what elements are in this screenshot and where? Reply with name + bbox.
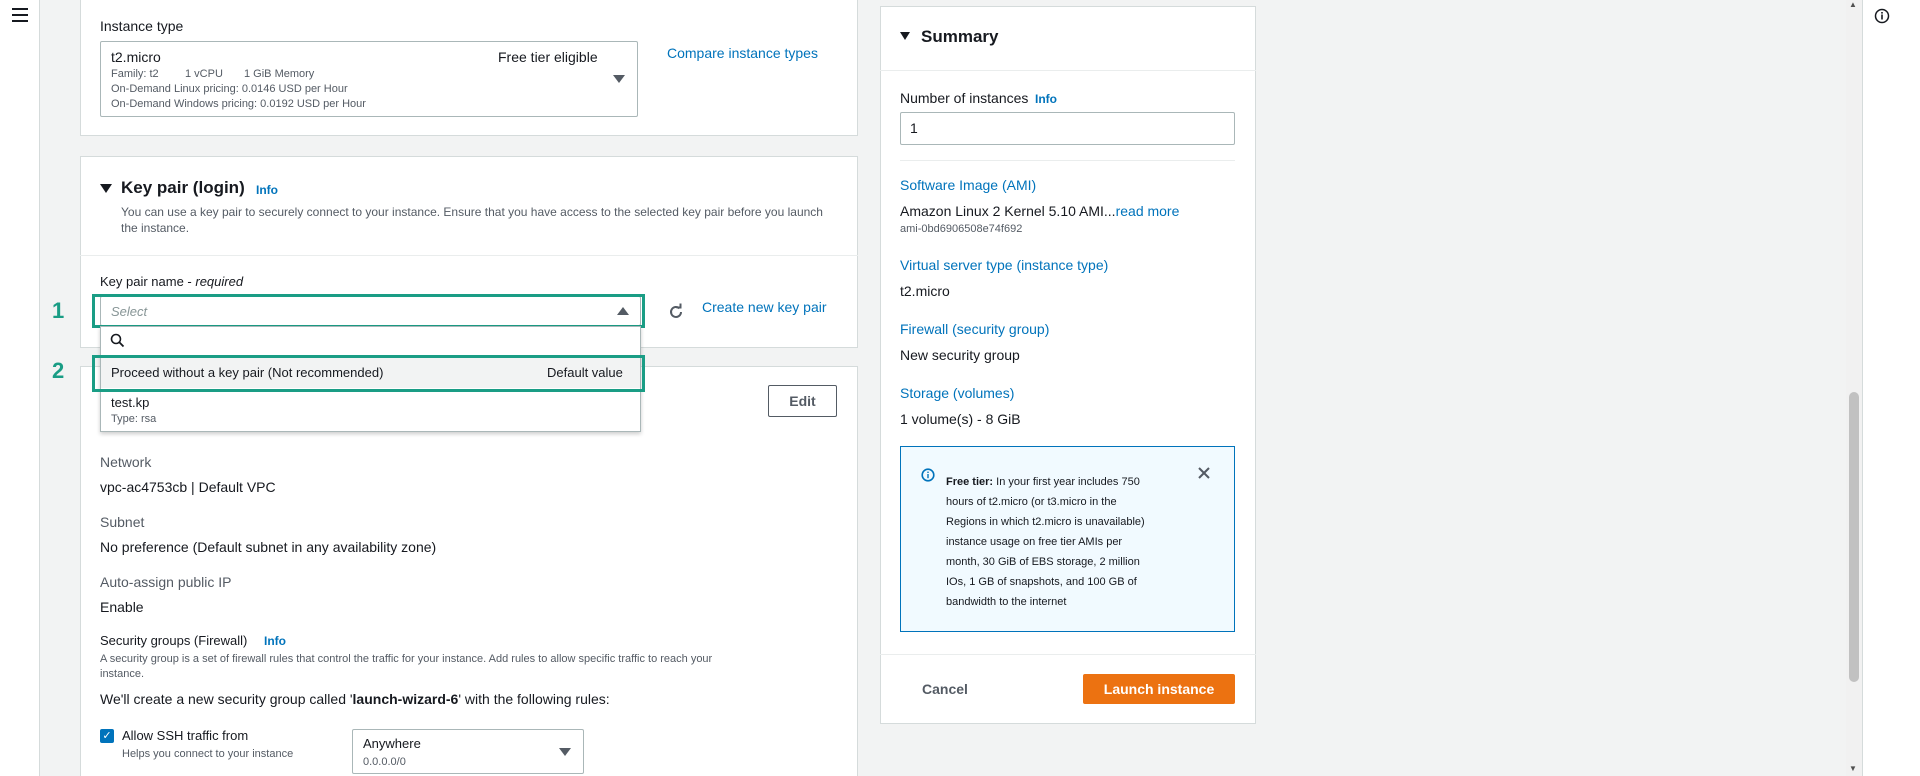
windows-pricing: On-Demand Windows pricing: 0.0192 USD pe…	[111, 98, 366, 110]
divider	[880, 654, 1256, 655]
scroll-up-arrow-icon[interactable]: ▲	[1849, 0, 1857, 9]
key-pair-description-1: You can use a key pair to securely conne…	[121, 205, 823, 219]
divider	[80, 255, 858, 256]
search-icon	[110, 333, 125, 351]
storage-value: 1 volume(s) - 8 GiB	[900, 411, 1021, 427]
network-value: vpc-ac4753cb | Default VPC	[100, 479, 276, 495]
left-nav	[0, 0, 40, 776]
storage-link[interactable]: Storage (volumes)	[900, 385, 1014, 401]
key-pair-description-2: the instance.	[121, 221, 190, 235]
step-2-label: 2	[52, 358, 65, 383]
caret-down-icon[interactable]	[559, 748, 571, 756]
summary-collapse-icon[interactable]	[900, 32, 910, 40]
server-type-value: t2.micro	[900, 283, 950, 299]
num-instances-info-link[interactable]: Info	[1035, 92, 1057, 106]
launch-instance-button[interactable]: Launch instance	[1083, 674, 1235, 704]
public-ip-value: Enable	[100, 599, 144, 615]
free-tier-text: Free tier: In your first year includes 7…	[946, 476, 1145, 608]
key-pair-search-input[interactable]	[100, 326, 641, 356]
linux-pricing: On-Demand Linux pricing: 0.0146 USD per …	[111, 83, 348, 95]
highlight-box-2	[92, 355, 645, 392]
ami-id: ami-0bd6906508e74f692	[900, 223, 1023, 235]
public-ip-label: Auto-assign public IP	[100, 574, 232, 590]
option-test-kp-label: test.kp	[111, 395, 150, 410]
compare-instance-types-link[interactable]: Compare instance types	[667, 45, 818, 61]
ssh-checkbox[interactable]: ✓	[100, 729, 114, 743]
ssh-label: Allow SSH traffic from	[122, 728, 249, 743]
highlight-box-1	[92, 294, 645, 328]
refresh-icon[interactable]	[667, 303, 685, 324]
num-instances-value: 1	[910, 120, 918, 136]
security-groups-label: Security groups (Firewall)	[100, 633, 248, 648]
instance-type-label: Instance type	[100, 18, 184, 34]
instance-vcpu: 1 vCPU	[185, 68, 223, 80]
num-instances-input[interactable]	[900, 112, 1235, 145]
security-groups-desc-2: instance.	[100, 668, 145, 680]
summary-title: Summary	[921, 27, 999, 46]
firewall-link[interactable]: Firewall (security group)	[900, 321, 1049, 337]
subnet-value: No preference (Default subnet in any ava…	[100, 539, 437, 555]
ssh-cidr: 0.0.0.0/0	[363, 756, 406, 768]
security-group-create-text: We'll create a new security group called…	[100, 691, 610, 707]
info-circle-icon[interactable]	[1874, 8, 1890, 24]
step-1-label: 1	[52, 298, 65, 323]
collapse-caret-icon[interactable]	[100, 184, 112, 193]
cancel-button[interactable]: Cancel	[922, 681, 968, 697]
create-new-key-pair-link[interactable]: Create new key pair	[702, 299, 827, 315]
instance-type-name: t2.micro	[111, 49, 161, 65]
network-label: Network	[100, 454, 152, 470]
caret-down-icon[interactable]	[613, 75, 625, 83]
edit-button[interactable]: Edit	[768, 385, 837, 417]
instance-memory: 1 GiB Memory	[244, 68, 315, 80]
free-tier-badge: Free tier eligible	[498, 49, 598, 65]
scroll-down-arrow-icon[interactable]: ▼	[1849, 764, 1857, 773]
info-circle-icon	[921, 468, 935, 485]
divider	[900, 160, 1235, 161]
key-pair-title: Key pair (login)	[121, 178, 245, 197]
security-groups-info-link[interactable]: Info	[264, 634, 286, 648]
subnet-label: Subnet	[100, 514, 145, 530]
server-type-link[interactable]: Virtual server type (instance type)	[900, 257, 1108, 273]
close-icon[interactable]	[1197, 466, 1211, 483]
ami-link[interactable]: Software Image (AMI)	[900, 177, 1036, 193]
check-icon: ✓	[102, 730, 112, 742]
dropdown-option-test-kp[interactable]	[101, 392, 640, 430]
security-groups-desc-1: A security group is a set of firewall ru…	[100, 653, 713, 665]
key-pair-info-link[interactable]: Info	[256, 183, 278, 197]
menu-icon[interactable]	[12, 8, 28, 22]
key-pair-name-label: Key pair name - required	[100, 274, 244, 289]
ami-value: Amazon Linux 2 Kernel 5.10 AMI...read mo…	[900, 203, 1180, 219]
option-test-kp-type: Type: rsa	[111, 413, 157, 425]
ssh-help-text: Helps you connect to your instance	[122, 748, 294, 760]
divider	[880, 70, 1256, 71]
read-more-link[interactable]: read more	[1116, 203, 1180, 219]
right-rail	[1862, 0, 1920, 776]
instance-family: Family: t2	[111, 68, 159, 80]
ssh-source-value: Anywhere	[363, 736, 421, 751]
scrollbar-thumb[interactable]	[1849, 392, 1859, 682]
firewall-value: New security group	[900, 347, 1020, 363]
num-instances-label: Number of instances	[900, 90, 1029, 106]
